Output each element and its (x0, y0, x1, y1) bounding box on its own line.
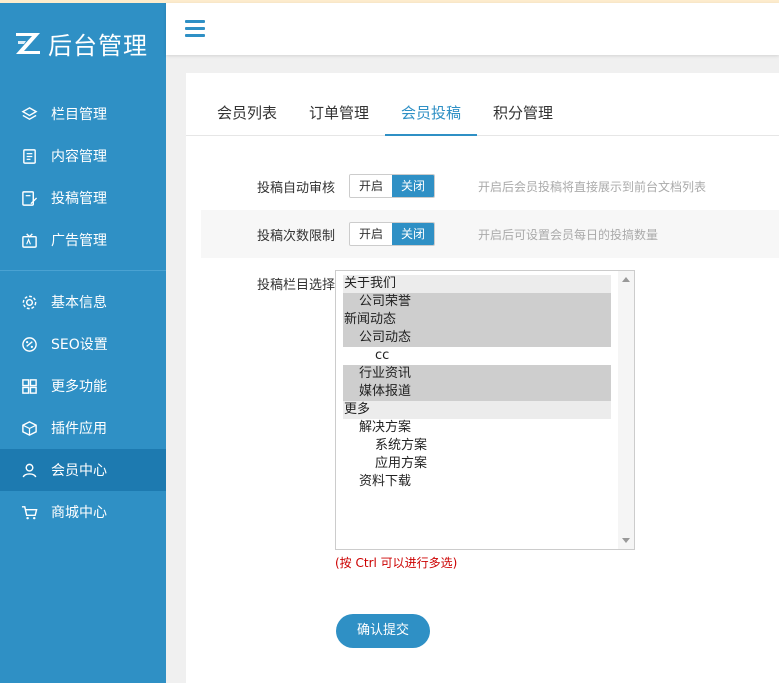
sidebar-item-label: 商城中心 (51, 505, 107, 521)
sidebar-item-group2-4[interactable]: 会员中心 (0, 449, 166, 491)
column-option[interactable]: 公司荣誉 (343, 293, 611, 311)
user-icon (20, 461, 38, 479)
scroll-up-icon[interactable] (622, 277, 630, 282)
column-option[interactable]: 更多 (343, 401, 611, 419)
ad-icon (20, 231, 38, 249)
brand-logo[interactable]: 后台管理 (0, 3, 166, 83)
edit-document-icon (20, 189, 38, 207)
document-icon (20, 147, 38, 165)
column-option[interactable]: 资料下载 (343, 473, 611, 491)
sidebar-item-group2-0[interactable]: 基本信息 (0, 281, 166, 323)
sidebar-item-label: SEO设置 (51, 337, 108, 353)
sidebar-item-label: 内容管理 (51, 149, 107, 165)
tab-bar: 会员列表 订单管理 会员投稿 积分管理 (186, 97, 779, 136)
cart-icon (20, 503, 38, 521)
sidebar-item-label: 栏目管理 (51, 107, 107, 123)
submit-button[interactable]: 确认提交 (336, 614, 430, 648)
auto-review-row: 投稿自动审核 开启 关闭 开启后会员投稿将直接展示到前台文档列表 (201, 162, 779, 210)
auto-review-toggle[interactable]: 开启 关闭 (349, 174, 436, 198)
limit-row: 投稿次数限制 开启 关闭 开启后可设置会员每日的投搞数量 (201, 210, 779, 258)
limit-off-option[interactable]: 关闭 (392, 223, 435, 245)
auto-review-hint: 开启后会员投稿将直接展示到前台文档列表 (478, 179, 707, 194)
tab-2[interactable]: 会员投稿 (385, 97, 478, 136)
sidebar-item-group1-0[interactable]: 栏目管理 (0, 93, 166, 135)
gear-icon (20, 293, 38, 311)
column-option[interactable]: 应用方案 (343, 455, 611, 473)
sidebar-item-group1-1[interactable]: 内容管理 (0, 135, 166, 177)
column-option[interactable]: 媒体报道 (343, 383, 611, 401)
sidebar-item-label: 广告管理 (51, 233, 107, 249)
sidebar-item-group2-2[interactable]: 更多功能 (0, 365, 166, 407)
cube-icon (20, 419, 38, 437)
top-bar (166, 3, 779, 55)
sidebar-item-label: 更多功能 (51, 379, 107, 395)
auto-review-off-option[interactable]: 关闭 (392, 175, 435, 197)
column-option[interactable]: 行业资讯 (343, 365, 611, 383)
columns-select-label: 投稿栏目选择 (256, 278, 335, 293)
logo-z-icon (16, 33, 40, 54)
hamburger-menu-icon[interactable] (185, 20, 205, 37)
tab-3[interactable]: 积分管理 (477, 97, 569, 136)
column-option[interactable]: 解决方案 (343, 419, 611, 437)
auto-review-label: 投稿自动审核 (256, 180, 335, 196)
tab-0[interactable]: 会员列表 (201, 97, 293, 136)
sidebar-item-label: 基本信息 (51, 295, 107, 311)
listbox-scrollbar[interactable] (618, 271, 634, 549)
sidebar-item-group1-2[interactable]: 投稿管理 (0, 177, 166, 219)
logo-text: 后台管理 (48, 31, 148, 60)
column-option[interactable]: 系统方案 (343, 437, 611, 455)
sidebar-item-group2-1[interactable]: SEO设置 (0, 323, 166, 365)
nav-group-system: 基本信息 SEO设置更多功能插件应用会员中心商城中心 (0, 281, 166, 533)
auto-review-on-option[interactable]: 开启 (350, 175, 393, 197)
main-panel: 会员列表 订单管理 会员投稿 积分管理 投稿自动审核 开启 关闭 开启后会员投稿将直接… (186, 73, 779, 683)
column-option[interactable]: 新闻动态 (343, 311, 611, 329)
sidebar-item-label: 会员中心 (51, 463, 107, 479)
scroll-down-icon[interactable] (622, 538, 630, 543)
limit-hint: 开启后可设置会员每日的投搞数量 (478, 227, 659, 242)
sidebar-item-group2-3[interactable]: 插件应用 (0, 407, 166, 449)
sidebar: 后台管理 栏目管理内容管理投稿管理广告管理 基本信息 SEO设置更多功能插件应用会… (0, 3, 166, 683)
column-option[interactable]: cc (343, 347, 611, 365)
columns-options: 关于我们 公司荣誉 新闻动态 公司动态 cc 行业资讯 媒体报道 更多 解决方案 系统方案 应用方案… (343, 275, 611, 491)
limit-toggle[interactable]: 开启 关闭 (349, 222, 436, 246)
seo-icon (20, 335, 38, 353)
multiselect-hint: (按 Ctrl 可以进行多选) (335, 556, 458, 570)
grid-icon (20, 377, 38, 395)
limit-on-option[interactable]: 开启 (350, 223, 393, 245)
sidebar-item-label: 投稿管理 (51, 191, 107, 207)
nav-group-content: 栏目管理内容管理投稿管理广告管理 (0, 83, 166, 261)
sidebar-item-group1-3[interactable]: 广告管理 (0, 219, 166, 261)
nav-divider (0, 270, 166, 271)
sidebar-item-group2-5[interactable]: 商城中心 (0, 491, 166, 533)
column-option[interactable]: 关于我们 (343, 275, 611, 293)
limit-label: 投稿次数限制 (256, 228, 335, 244)
layers-icon (20, 105, 38, 123)
tab-1[interactable]: 订单管理 (293, 97, 385, 136)
column-option[interactable]: 公司动态 (343, 329, 611, 347)
columns-multiselect[interactable]: 关于我们 公司荣誉 新闻动态 公司动态 cc 行业资讯 媒体报道 更多 解决方案 系统方案 应用方案… (335, 270, 635, 550)
sidebar-item-label: 插件应用 (51, 421, 107, 437)
